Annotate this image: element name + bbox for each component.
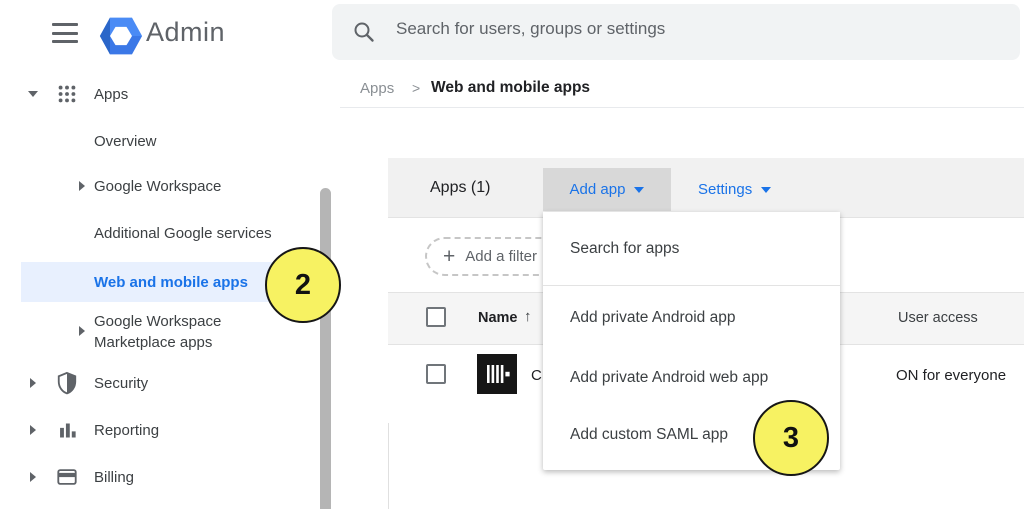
chevron-right-icon[interactable] xyxy=(30,472,36,482)
sidebar-scrollbar[interactable] xyxy=(320,188,331,509)
sidebar-item-marketplace-apps[interactable]: Google Workspace Marketplace apps xyxy=(94,311,221,353)
row-checkbox[interactable] xyxy=(426,364,446,384)
sidebar-item-reporting[interactable]: Reporting xyxy=(94,422,159,439)
sidebar-item-web-and-mobile-apps-label[interactable]: Web and mobile apps xyxy=(94,274,248,291)
plus-icon: + xyxy=(443,246,455,267)
sort-ascending-icon[interactable]: ↑ xyxy=(524,308,532,325)
annotation-step-2-badge: 2 xyxy=(265,247,341,323)
chevron-right-icon[interactable] xyxy=(79,326,85,336)
app-logo-icon xyxy=(477,354,517,399)
menu-item-add-private-android-app[interactable]: Add private Android app xyxy=(543,286,840,350)
settings-button[interactable]: Settings xyxy=(698,168,771,211)
google-admin-logo xyxy=(99,16,143,61)
user-access-value: ON for everyone xyxy=(896,367,1006,384)
sidebar-item-apps[interactable]: Apps xyxy=(94,86,128,103)
breadcrumb-divider xyxy=(340,107,1024,108)
shield-icon xyxy=(56,371,78,400)
add-filter-label: Add a filter xyxy=(465,248,537,265)
marketplace-line2: Marketplace apps xyxy=(94,332,221,353)
marketplace-line1: Google Workspace xyxy=(94,311,221,332)
annotation-step-3-badge: 3 xyxy=(753,400,829,476)
column-header-user-access[interactable]: User access xyxy=(898,310,978,326)
sidebar-item-overview[interactable]: Overview xyxy=(94,133,157,150)
add-app-button[interactable]: Add app xyxy=(543,168,671,211)
settings-label: Settings xyxy=(698,181,752,198)
breadcrumb-parent[interactable]: Apps xyxy=(360,80,394,97)
bar-chart-icon xyxy=(57,420,78,446)
breadcrumb-separator: > xyxy=(412,80,420,96)
sidebar-item-security[interactable]: Security xyxy=(94,375,148,392)
menu-item-search-for-apps[interactable]: Search for apps xyxy=(543,212,840,286)
apps-grid-icon xyxy=(56,83,78,110)
sidebar-item-billing[interactable]: Billing xyxy=(94,469,134,486)
sidebar-item-google-workspace[interactable]: Google Workspace xyxy=(94,178,221,195)
select-all-checkbox[interactable] xyxy=(426,307,446,327)
credit-card-icon xyxy=(56,466,78,493)
menu-hamburger-icon[interactable] xyxy=(52,23,78,43)
app-name-text[interactable]: C xyxy=(531,367,542,384)
chevron-down-icon[interactable] xyxy=(28,91,38,97)
chevron-right-icon[interactable] xyxy=(79,181,85,191)
brand-title: Admin xyxy=(146,17,225,48)
chevron-right-icon[interactable] xyxy=(30,425,36,435)
chevron-down-icon xyxy=(634,187,644,193)
search-input[interactable] xyxy=(396,16,956,42)
menu-item-add-private-android-web-app[interactable]: Add private Android web app xyxy=(543,350,840,406)
apps-count-title: Apps (1) xyxy=(430,179,490,197)
chevron-right-icon[interactable] xyxy=(30,378,36,388)
sidebar-item-additional-google-services[interactable]: Additional Google services xyxy=(94,225,272,242)
breadcrumb-current: Web and mobile apps xyxy=(431,79,590,97)
add-app-label: Add app xyxy=(570,181,626,198)
chevron-down-icon xyxy=(761,187,771,193)
column-header-name[interactable]: Name xyxy=(478,310,518,326)
search-icon xyxy=(352,20,376,49)
